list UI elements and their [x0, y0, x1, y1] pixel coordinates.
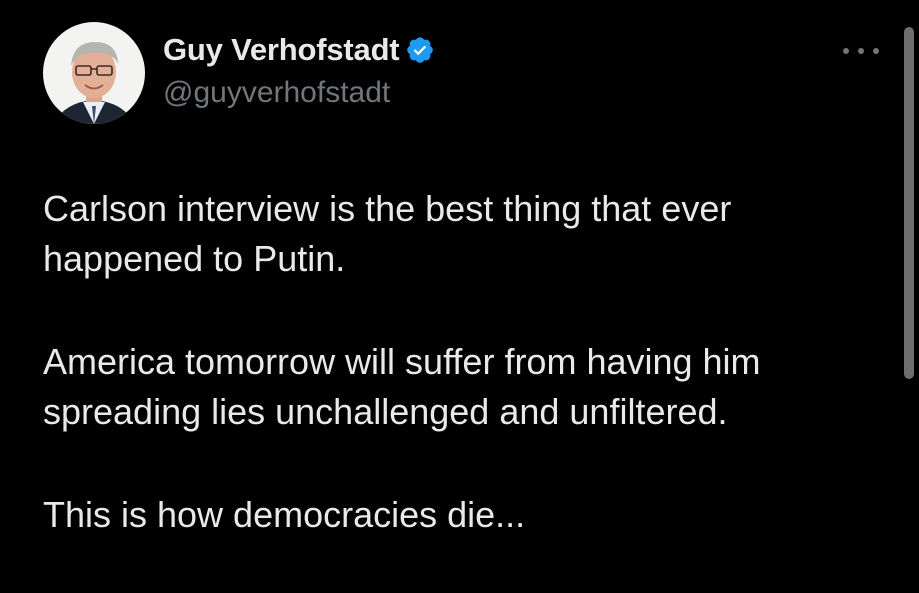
author-name-row: Guy Verhofstadt — [163, 30, 435, 70]
tweet-line: America tomorrow will suffer from having… — [43, 341, 761, 382]
tweet-paragraph: America tomorrow will suffer from having… — [43, 337, 883, 437]
tweet-line: This is how democracies die... — [43, 494, 526, 535]
dot — [873, 48, 879, 54]
avatar[interactable] — [43, 22, 145, 124]
dot — [858, 48, 864, 54]
tweet-paragraph: This is how democracies die... — [43, 490, 883, 540]
dot — [843, 48, 849, 54]
author-display-name[interactable]: Guy Verhofstadt — [163, 32, 400, 68]
tweet-line: happened to Putin. — [43, 238, 346, 279]
tweet-line: spreading lies unchallenged and unfilter… — [43, 391, 728, 432]
author-handle[interactable]: @guyverhofstadt — [163, 76, 390, 110]
avatar-image — [43, 22, 145, 124]
more-options-icon[interactable] — [843, 36, 879, 66]
tweet-paragraph: Carlson interview is the best thing that… — [43, 184, 883, 284]
scrollbar[interactable] — [904, 27, 914, 379]
verified-badge-icon — [405, 35, 435, 65]
tweet-card: Guy Verhofstadt @guyverhofstadt Carlson … — [0, 0, 919, 574]
tweet-body: Carlson interview is the best thing that… — [43, 184, 883, 593]
tweet-line: Carlson interview is the best thing that… — [43, 188, 732, 229]
